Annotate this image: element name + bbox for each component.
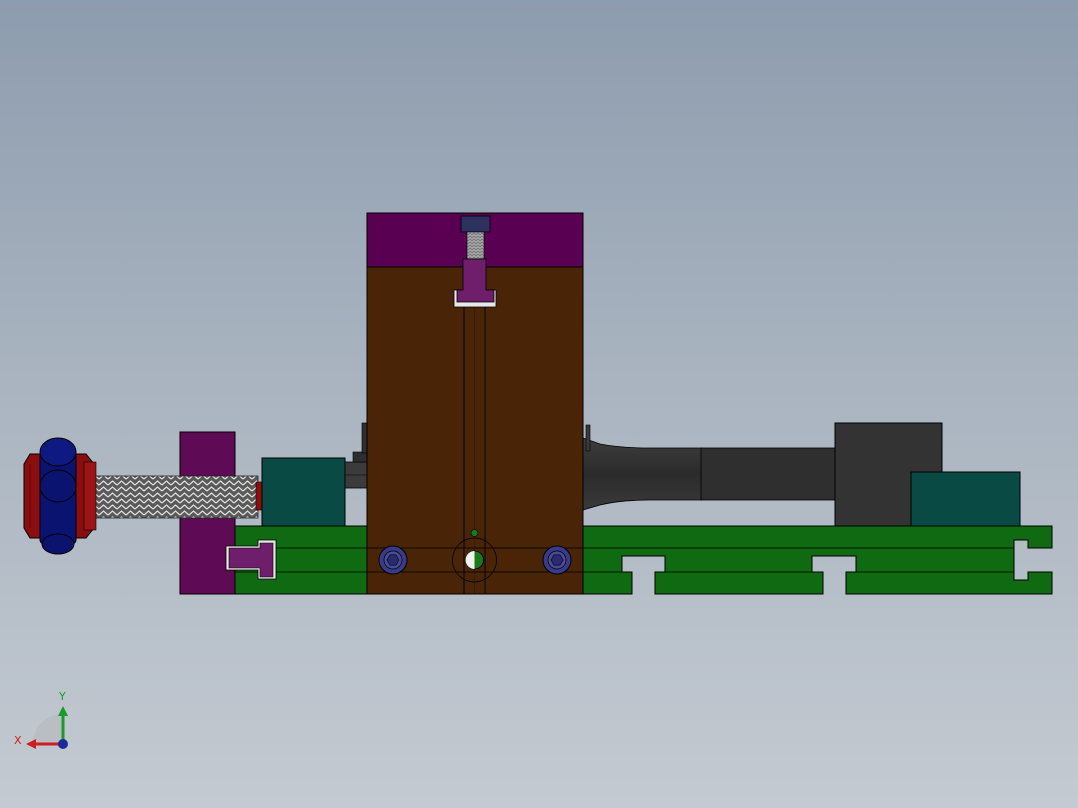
lead-screw[interactable] [91, 475, 264, 519]
triad-x-arrow-icon [26, 739, 36, 749]
bolt-left-hex-socket [386, 554, 400, 566]
triad-z-axis-icon [58, 739, 68, 749]
handle-hub-face [83, 461, 97, 531]
main-block-body [366, 266, 584, 595]
tapered-tube-body [700, 447, 842, 501]
handle-knob-bottom [41, 533, 75, 555]
triad-y-arrow-icon [58, 706, 68, 716]
left-nut-block[interactable] [261, 451, 368, 527]
handwheel-handle[interactable] [23, 437, 97, 555]
lead-screw-thread [91, 475, 259, 519]
right-nut-block-body [910, 471, 1021, 527]
right-nut-block[interactable] [910, 471, 1021, 527]
cad-viewport[interactable]: X Y [0, 0, 1078, 808]
top-screw-thread [466, 231, 485, 260]
handle-knob-top [39, 437, 77, 467]
bolt-right-hex-socket [550, 554, 564, 566]
left-nut-block-body [261, 457, 346, 527]
center-pin-small-dot [470, 529, 479, 537]
base-rail[interactable] [234, 525, 1053, 595]
bolt-left[interactable] [378, 545, 408, 575]
coordinate-triad: X Y [14, 690, 68, 749]
triad-quadrant-shade [33, 714, 63, 744]
main-block[interactable] [366, 266, 584, 595]
left-nut-hex-rim [352, 451, 368, 463]
left-flange [361, 422, 368, 454]
triad-x-label: X [14, 734, 22, 747]
tapered-tube-cone [582, 437, 703, 511]
base-rail-body [234, 525, 1053, 595]
bolt-right[interactable] [542, 545, 572, 575]
top-screw-head [460, 215, 491, 233]
triad-y-label: Y [58, 690, 66, 703]
right-flange [585, 424, 591, 452]
handle-knob-mid [39, 469, 77, 503]
